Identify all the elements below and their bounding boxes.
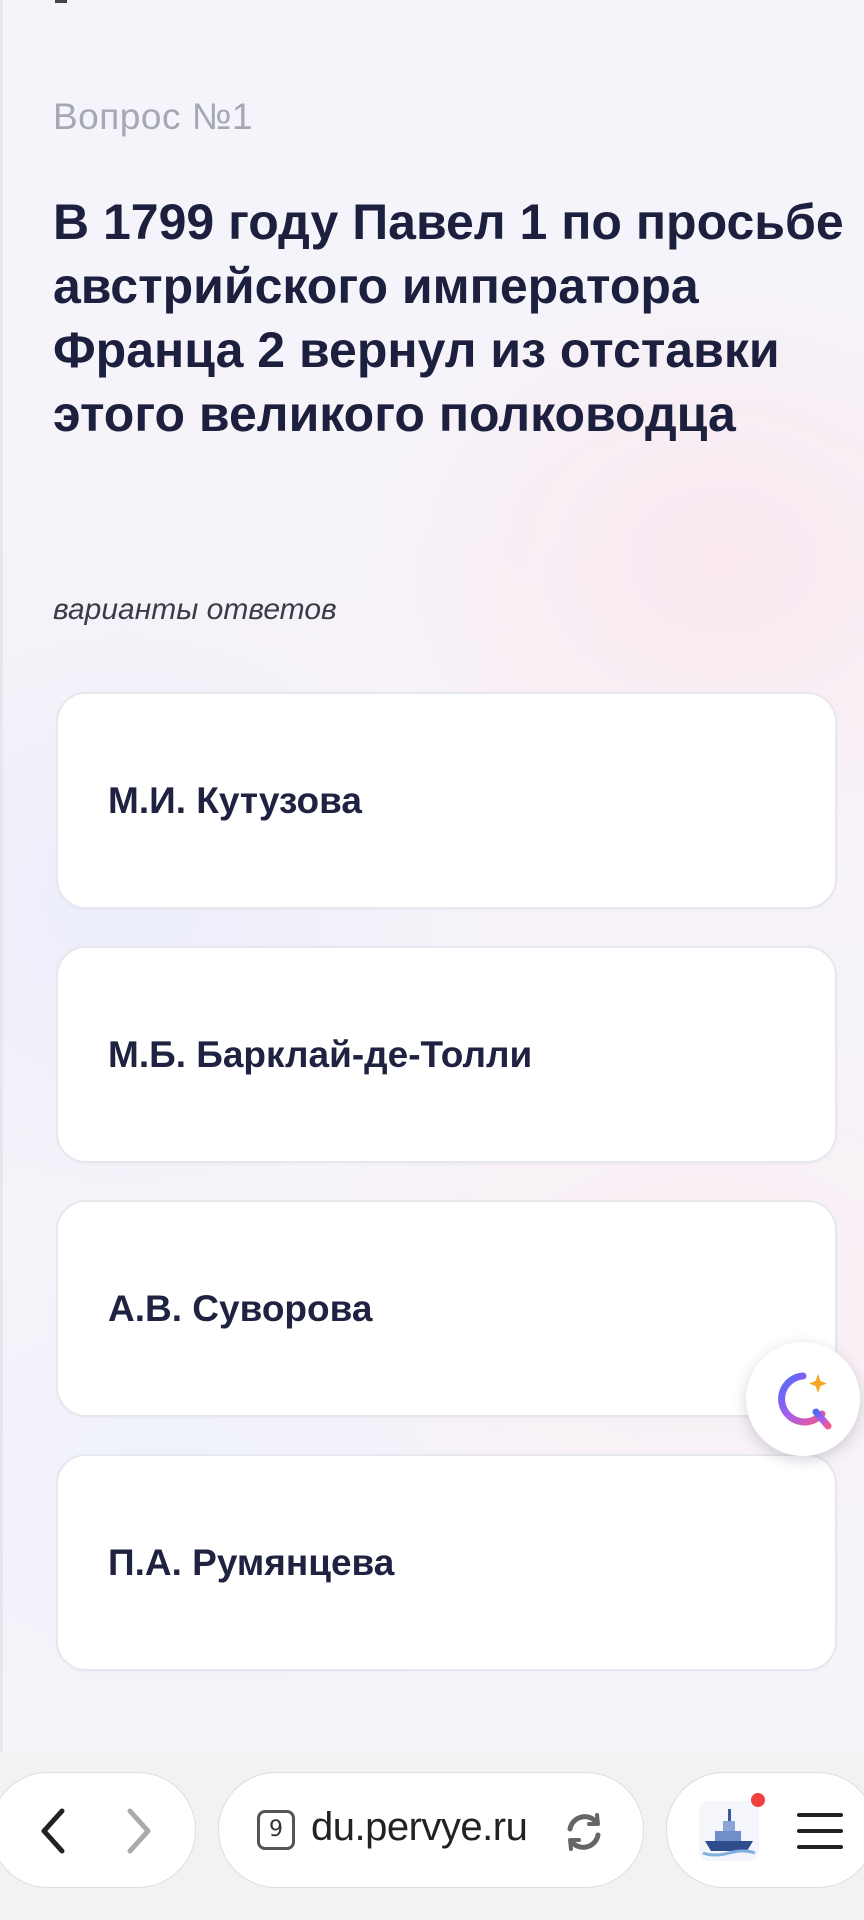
quiz-page: Вопрос №1 В 1799 году Павел 1 по просьбе… (0, 0, 864, 1752)
chevron-left-icon (41, 1808, 65, 1854)
answer-option-label: М.И. Кутузова (108, 779, 362, 821)
answer-option-2[interactable]: М.Б. Барклай-де-Толли (56, 946, 837, 1163)
hamburger-menu-icon[interactable] (797, 1811, 843, 1851)
back-button[interactable] (13, 1773, 93, 1889)
forward-button[interactable] (99, 1773, 179, 1889)
alice-assistant-icon (778, 1372, 832, 1430)
browser-bottom-bar: 9 du.pervye.ru (0, 1752, 864, 1920)
answer-option-4[interactable]: П.А. Румянцева (56, 1454, 837, 1671)
notification-dot (751, 1793, 765, 1807)
answer-option-1[interactable]: М.И. Кутузова (56, 692, 837, 909)
chevron-right-icon (127, 1808, 151, 1854)
menu-pill (666, 1772, 864, 1888)
answers-label: варианты ответов (53, 593, 337, 626)
answer-option-label: М.Б. Барклай-де-Толли (108, 1033, 533, 1075)
question-number: Вопрос №1 (53, 96, 253, 137)
url-text[interactable]: du.pervye.ru (311, 1805, 528, 1850)
reload-icon[interactable] (561, 1809, 607, 1855)
answer-option-label: П.А. Румянцева (108, 1541, 395, 1583)
address-bar[interactable]: 9 du.pervye.ru (218, 1772, 644, 1888)
answer-option-label: А.В. Суворова (108, 1287, 373, 1329)
top-dash-mark (55, 0, 67, 3)
answer-option-3[interactable]: А.В. Суворова (56, 1200, 837, 1417)
assistant-button[interactable] (746, 1342, 860, 1456)
navigation-pill (0, 1772, 196, 1888)
tab-count-badge[interactable]: 9 (257, 1810, 295, 1850)
ship-icon[interactable] (699, 1801, 759, 1861)
answers-list: М.И. Кутузова М.Б. Барклай-де-Толли А.В.… (56, 692, 837, 1708)
question-text: В 1799 году Павел 1 по просьбе австрийск… (53, 194, 844, 442)
